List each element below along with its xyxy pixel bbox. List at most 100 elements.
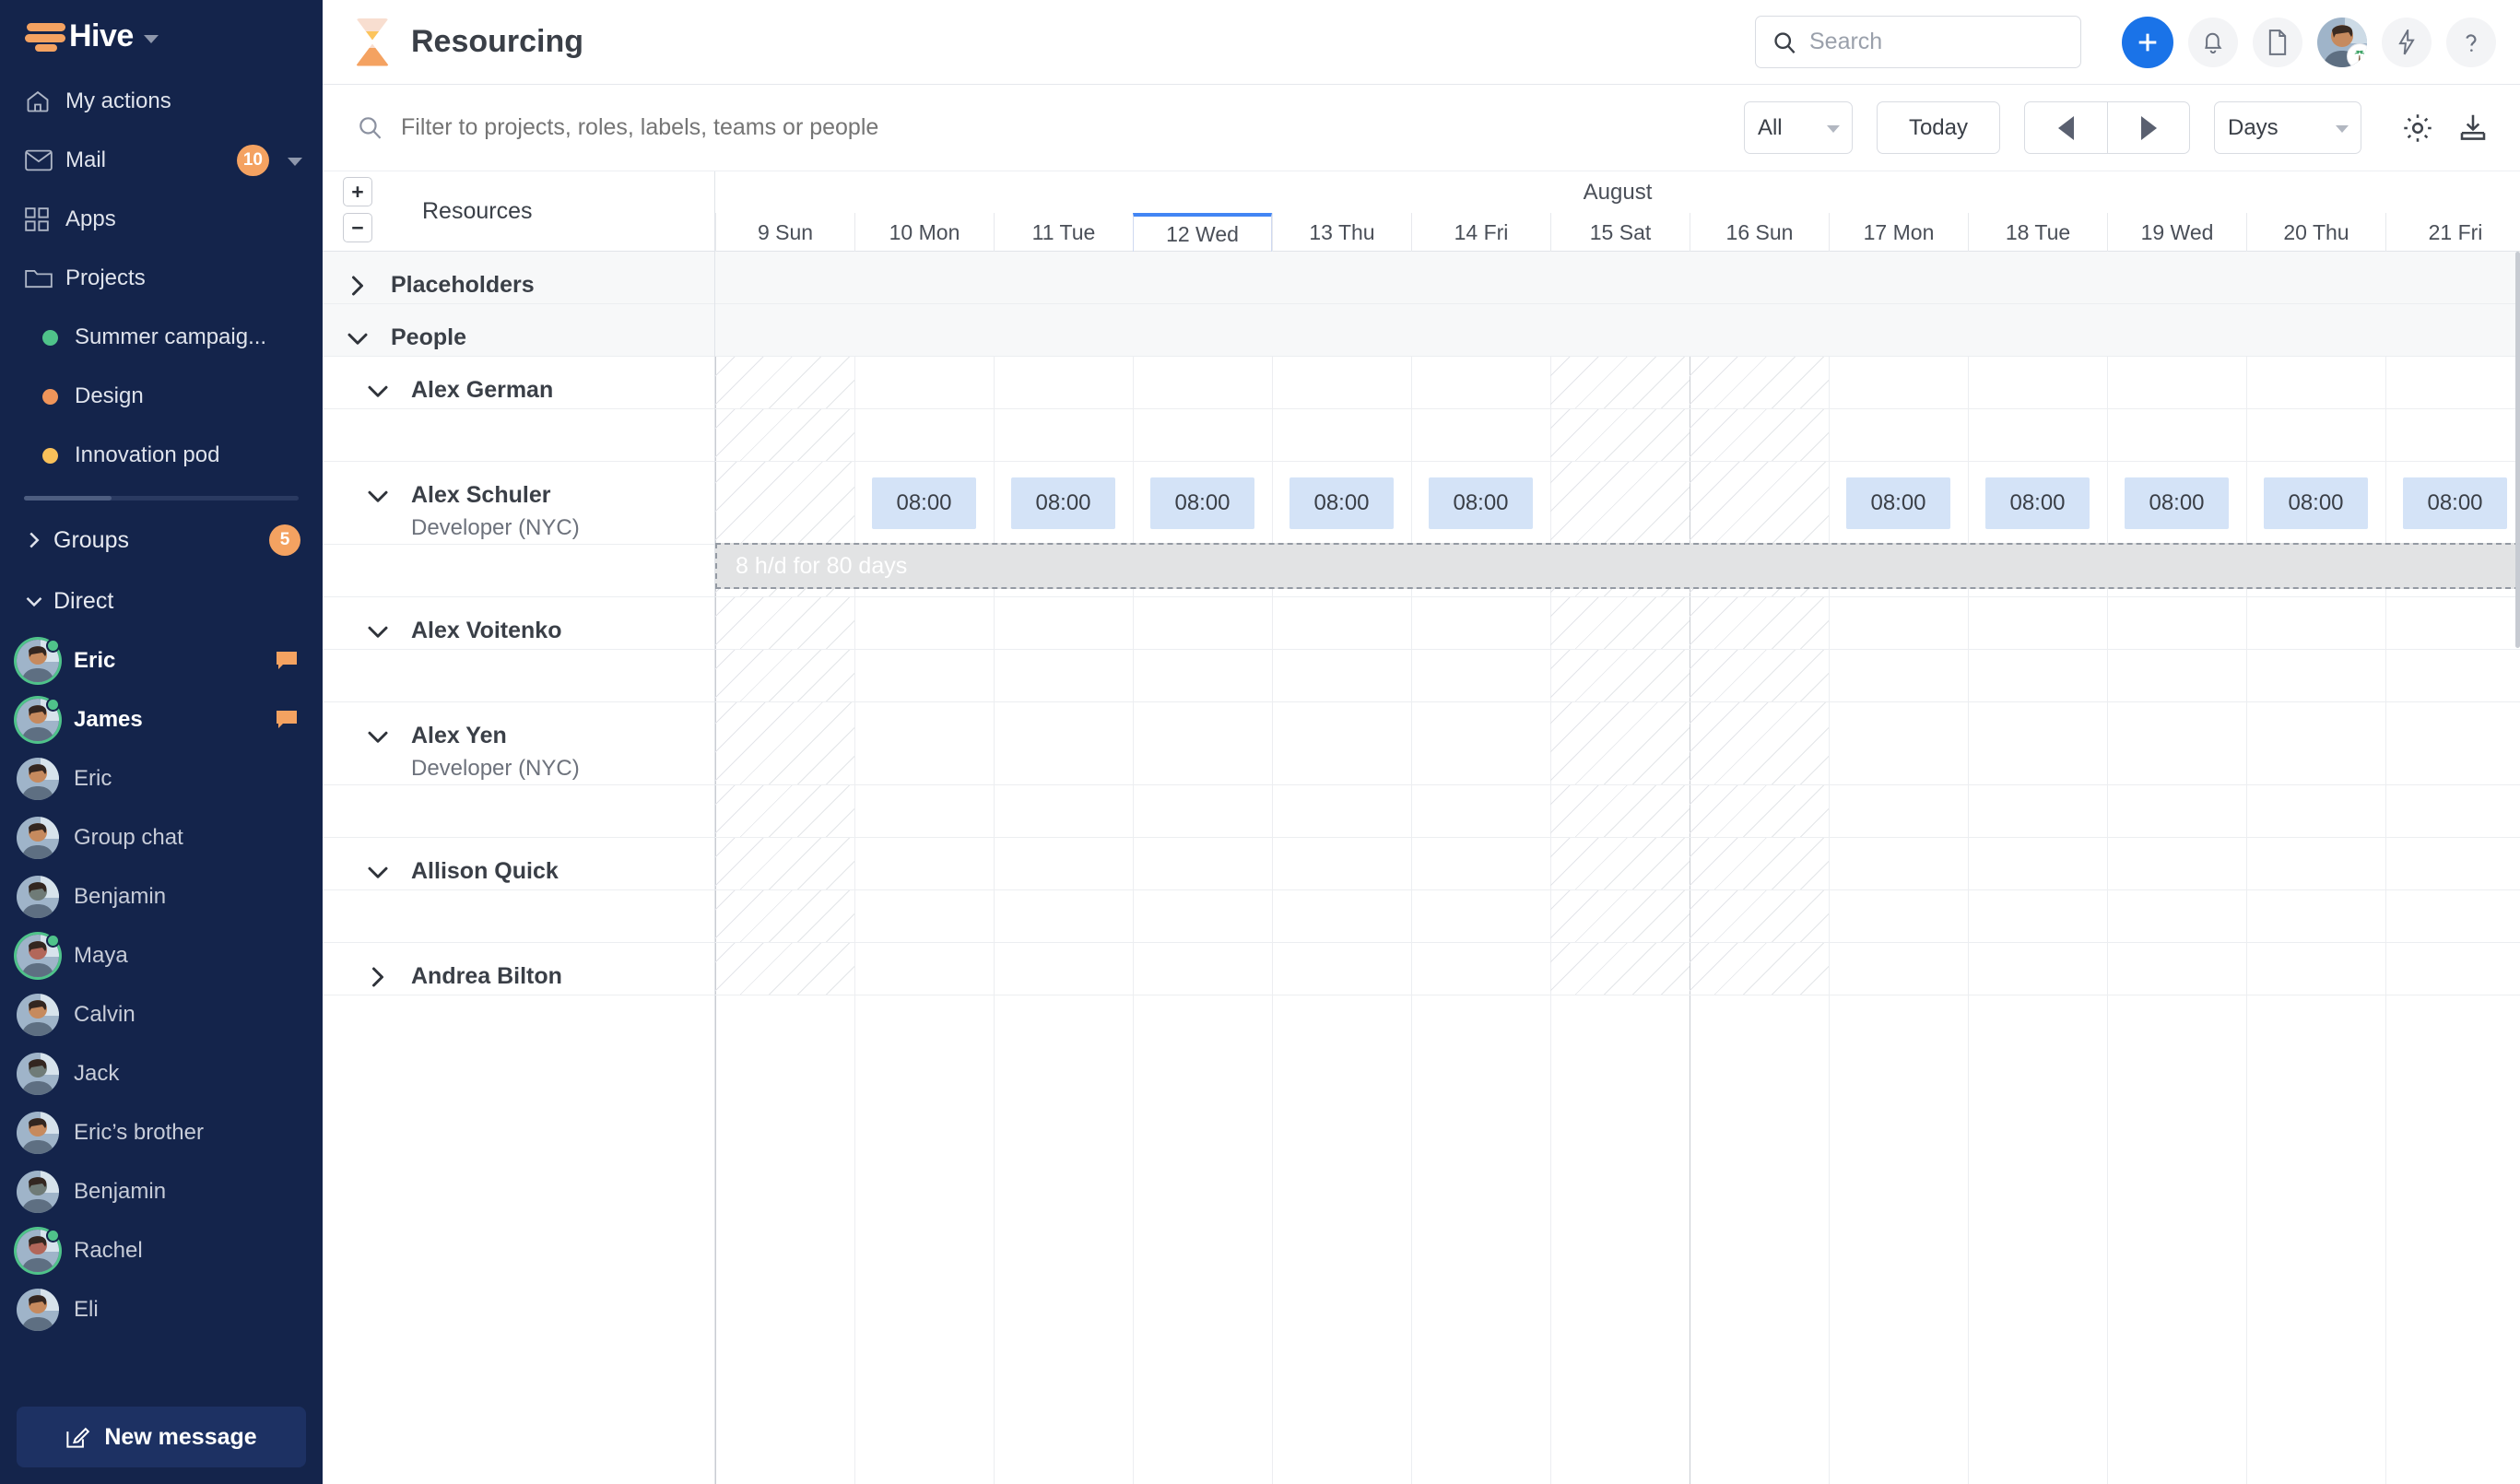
day-header-cell[interactable]: 15 Sat bbox=[1550, 213, 1690, 252]
sidebar-item-apps[interactable]: Apps bbox=[0, 190, 323, 249]
filter-input[interactable] bbox=[401, 114, 1046, 141]
chevron-down-icon[interactable] bbox=[144, 35, 159, 43]
chevron-right-icon[interactable] bbox=[337, 272, 378, 297]
chevron-down-icon[interactable] bbox=[358, 723, 398, 748]
search-input[interactable]: Search bbox=[1755, 16, 2081, 68]
expand-all-button[interactable]: + bbox=[343, 177, 372, 206]
direct-message-item[interactable]: Calvin bbox=[0, 985, 323, 1044]
activity-button[interactable] bbox=[2382, 18, 2432, 67]
chevron-down-icon[interactable] bbox=[337, 324, 378, 349]
add-button[interactable] bbox=[2122, 17, 2173, 68]
day-header-cell[interactable]: 11 Tue bbox=[994, 213, 1133, 252]
timeline-row[interactable] bbox=[715, 462, 2520, 545]
scrollbar-thumb[interactable] bbox=[2515, 252, 2520, 648]
profile-button[interactable] bbox=[2317, 18, 2367, 67]
sidebar-item-my-actions[interactable]: My actions bbox=[0, 72, 323, 131]
timeline-row[interactable] bbox=[715, 409, 2520, 462]
direct-message-item[interactable]: Benjamin bbox=[0, 867, 323, 926]
resource-row[interactable]: Alex German bbox=[323, 357, 714, 409]
resource-group-row[interactable]: People bbox=[323, 304, 714, 357]
allocation-chip[interactable]: 08:00 bbox=[2264, 477, 2368, 529]
day-header-cell[interactable]: 9 Sun bbox=[715, 213, 854, 252]
direct-message-item[interactable]: Eric bbox=[0, 749, 323, 808]
palm-tree-status-icon[interactable] bbox=[2347, 43, 2367, 67]
allocation-chip[interactable]: 08:00 bbox=[2125, 477, 2229, 529]
chevron-right-icon[interactable] bbox=[358, 963, 398, 988]
day-header-cell[interactable]: 20 Thu bbox=[2246, 213, 2385, 252]
next-period-button[interactable] bbox=[2107, 102, 2189, 153]
export-button[interactable] bbox=[2450, 105, 2496, 151]
direct-message-item[interactable]: James bbox=[0, 690, 323, 749]
chevron-down-icon[interactable] bbox=[358, 618, 398, 642]
allocation-chip[interactable]: 08:00 bbox=[872, 477, 976, 529]
timeline-row[interactable] bbox=[715, 702, 2520, 785]
prev-period-button[interactable] bbox=[2025, 102, 2107, 153]
direct-message-item[interactable]: Eric bbox=[0, 631, 323, 690]
timeline-row[interactable] bbox=[715, 357, 2520, 409]
day-header-cell[interactable]: 10 Mon bbox=[854, 213, 994, 252]
day-header-cell[interactable]: 14 Fri bbox=[1411, 213, 1550, 252]
direct-message-item[interactable]: Rachel bbox=[0, 1221, 323, 1280]
day-header-cell[interactable]: 12 Wed bbox=[1133, 213, 1272, 252]
direct-message-item[interactable]: Benjamin bbox=[0, 1162, 323, 1221]
timeline-row[interactable] bbox=[715, 304, 2520, 357]
notifications-button[interactable] bbox=[2188, 18, 2238, 67]
chevron-down-icon[interactable] bbox=[288, 158, 302, 166]
sidebar-project-innovation-pod[interactable]: Innovation pod bbox=[0, 426, 323, 485]
direct-message-item[interactable]: Eli bbox=[0, 1280, 323, 1339]
resource-row[interactable]: Andrea Bilton bbox=[323, 943, 714, 995]
chevron-down-icon[interactable] bbox=[358, 482, 398, 507]
new-message-button[interactable]: New message bbox=[17, 1407, 306, 1467]
sidebar-project-design[interactable]: Design bbox=[0, 367, 323, 426]
day-header-cell[interactable]: 21 Fri bbox=[2385, 213, 2520, 252]
resource-row[interactable]: Alex SchulerDeveloper (NYC) bbox=[323, 462, 714, 545]
collapse-all-button[interactable]: − bbox=[343, 213, 372, 242]
resource-row[interactable]: Allison Quick bbox=[323, 838, 714, 890]
timeline-row[interactable] bbox=[715, 890, 2520, 943]
allocation-chip[interactable]: 08:00 bbox=[1150, 477, 1254, 529]
resource-group-row[interactable]: Placeholders bbox=[323, 252, 714, 304]
sidebar-section-groups[interactable]: Groups 5 bbox=[0, 510, 323, 571]
day-header-cell[interactable]: 16 Sun bbox=[1690, 213, 1829, 252]
allocation-chip[interactable]: 08:00 bbox=[1289, 477, 1394, 529]
direct-message-item[interactable]: Jack bbox=[0, 1044, 323, 1103]
sidebar-item-mail[interactable]: Mail 10 bbox=[0, 131, 323, 190]
direct-message-item[interactable]: Group chat bbox=[0, 808, 323, 867]
direct-message-item[interactable]: Maya bbox=[0, 926, 323, 985]
timeline-row[interactable] bbox=[715, 252, 2520, 304]
timeline-row[interactable] bbox=[715, 838, 2520, 890]
resource-row[interactable]: Alex YenDeveloper (NYC) bbox=[323, 702, 714, 785]
day-header-cell[interactable]: 13 Thu bbox=[1272, 213, 1411, 252]
timeline-vertical-scrollbar[interactable] bbox=[2515, 252, 2520, 1484]
settings-button[interactable] bbox=[2395, 105, 2441, 151]
chevron-down-icon[interactable] bbox=[358, 858, 398, 883]
direct-message-item[interactable]: Eric’s brother bbox=[0, 1103, 323, 1162]
timeline-row[interactable] bbox=[715, 943, 2520, 995]
day-header-cell[interactable]: 17 Mon bbox=[1829, 213, 1968, 252]
sidebar-project-summer-campaign[interactable]: Summer campaig... bbox=[0, 308, 323, 367]
timeline-row[interactable] bbox=[715, 785, 2520, 838]
help-button[interactable] bbox=[2446, 18, 2496, 67]
documents-button[interactable] bbox=[2253, 18, 2302, 67]
brand-logo[interactable]: Hive bbox=[0, 0, 323, 72]
chevron-down-icon[interactable] bbox=[358, 377, 398, 402]
day-header-cell[interactable]: 18 Tue bbox=[1968, 213, 2107, 252]
allocation-chip[interactable]: 08:00 bbox=[1846, 477, 1950, 529]
sidebar-scrollbar[interactable] bbox=[24, 496, 299, 501]
scope-select[interactable]: All bbox=[1744, 101, 1853, 154]
day-header-cell[interactable]: 19 Wed bbox=[2107, 213, 2246, 252]
resource-row[interactable]: Alex Voitenko bbox=[323, 597, 714, 650]
allocation-chip[interactable]: 08:00 bbox=[2403, 477, 2507, 529]
sidebar-item-projects[interactable]: Projects bbox=[0, 249, 323, 308]
timeline-row[interactable] bbox=[715, 597, 2520, 650]
allocation-chip[interactable]: 08:00 bbox=[1429, 477, 1533, 529]
scrollbar-thumb[interactable] bbox=[24, 496, 112, 501]
resource-name: Allison Quick bbox=[411, 858, 559, 885]
today-button[interactable]: Today bbox=[1877, 101, 2000, 154]
allocation-chip[interactable]: 08:00 bbox=[1011, 477, 1115, 529]
sidebar-section-direct[interactable]: Direct bbox=[0, 571, 323, 631]
allocation-chip[interactable]: 08:00 bbox=[1985, 477, 2090, 529]
zoom-select[interactable]: Days bbox=[2214, 101, 2361, 154]
timeline-row[interactable] bbox=[715, 650, 2520, 702]
allocation-summary-bar[interactable]: 8 h/d for 80 days bbox=[715, 543, 2520, 589]
